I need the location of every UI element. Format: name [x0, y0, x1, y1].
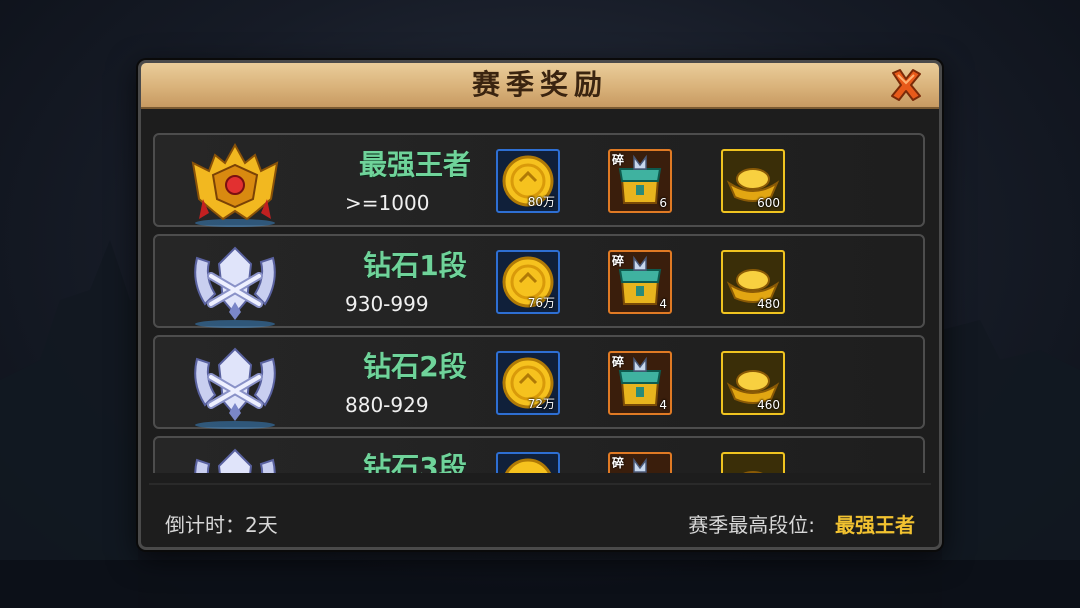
fragment-tag: 碎 — [612, 456, 625, 470]
diamond-badge-icon — [194, 448, 276, 473]
item-count: 72万 — [527, 397, 555, 411]
item-count: 460 — [757, 398, 780, 412]
chest-fragment-reward[interactable]: 碎 4 — [608, 351, 672, 415]
footer-divider — [149, 483, 931, 485]
coin-reward[interactable]: 72万 — [496, 351, 560, 415]
rank-name: 钻石2段 — [363, 350, 467, 383]
reward-row-king: 最强王者 >=1000 80万 碎 6 600 — [153, 133, 925, 227]
dialog-title: 赛季奖励 — [471, 68, 608, 101]
diamond-badge-icon — [194, 347, 276, 429]
chest-fragment-reward[interactable]: 碎 6 — [608, 149, 672, 213]
best-rank-label: 赛季最高段位: — [688, 513, 815, 537]
coin-reward[interactable]: 76万 — [496, 250, 560, 314]
season-rewards-dialog: 赛季奖励 最强王者 >=1000 80万 碎 6 600 钻石1段 930-99… — [138, 60, 942, 550]
close-button[interactable] — [887, 66, 925, 104]
rewards-list[interactable]: 最强王者 >=1000 80万 碎 6 600 钻石1段 930-999 76万… — [149, 127, 931, 473]
fragment-tag: 碎 — [612, 153, 625, 167]
reward-row-diamond-3: 钻石3段 碎 — [153, 436, 925, 473]
item-count: 76万 — [527, 296, 555, 310]
season-countdown: 倒计时：2天 — [165, 513, 278, 537]
ingot-reward[interactable] — [721, 452, 785, 473]
chest-fragment-reward[interactable]: 碎 — [608, 452, 672, 473]
fragment-tag: 碎 — [612, 355, 625, 369]
item-count: 4 — [659, 398, 667, 412]
best-rank-value: 最强王者 — [835, 513, 915, 537]
ingot-reward[interactable]: 600 — [721, 149, 785, 213]
diamond-badge-icon — [194, 246, 276, 328]
coin-reward[interactable]: 80万 — [496, 149, 560, 213]
gold-coin-icon — [505, 458, 551, 473]
rank-name: 钻石3段 — [363, 451, 467, 473]
reward-row-diamond-2: 钻石2段 880-929 72万 碎 4 460 — [153, 335, 925, 429]
rank-name: 钻石1段 — [363, 249, 467, 282]
item-count: 6 — [659, 196, 667, 210]
coin-reward[interactable] — [496, 452, 560, 473]
item-count: 480 — [757, 297, 780, 311]
item-count: 600 — [757, 196, 780, 210]
fragment-tag: 碎 — [612, 254, 625, 268]
dialog-titlebar: 赛季奖励 — [141, 63, 939, 109]
ingot-reward[interactable]: 480 — [721, 250, 785, 314]
close-x-icon — [891, 69, 921, 101]
ingot-reward[interactable]: 460 — [721, 351, 785, 415]
rank-range: 880-929 — [345, 393, 429, 417]
reward-row-diamond-1: 钻石1段 930-999 76万 碎 4 480 — [153, 234, 925, 328]
rank-range: 930-999 — [345, 292, 429, 316]
gold-ingot-icon — [743, 471, 763, 473]
rank-range: >=1000 — [345, 191, 430, 215]
gold-king-badge-icon — [191, 142, 279, 227]
item-count: 4 — [659, 297, 667, 311]
item-count: 80万 — [527, 195, 555, 209]
chest-fragment-reward[interactable]: 碎 4 — [608, 250, 672, 314]
rank-name: 最强王者 — [358, 148, 471, 181]
